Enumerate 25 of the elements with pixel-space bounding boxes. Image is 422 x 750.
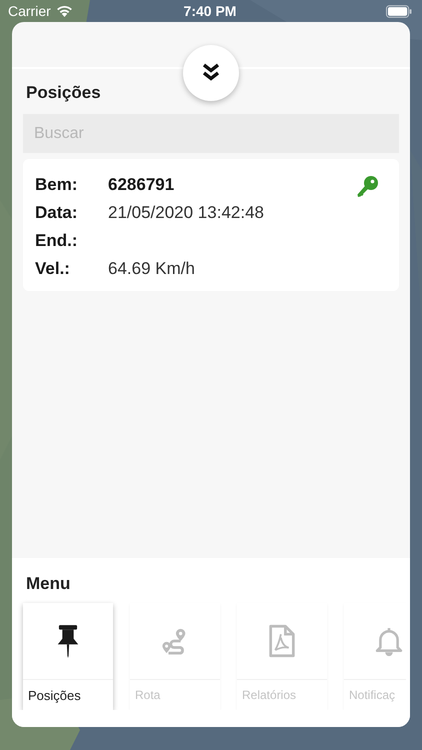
field-label: End.: (35, 231, 78, 251)
wifi-icon (56, 5, 73, 17)
double-chevron-down-icon (201, 63, 221, 83)
tile-label: Posições (28, 688, 81, 702)
menu-tile[interactable]: Relatórios (237, 603, 327, 710)
position-card[interactable]: Bem: 6286791 Data: 21/05/2020 13:42:48 End.: Vel.: 64.69 Km/h (23, 159, 399, 291)
menu-title: Menu (26, 573, 70, 590)
tile-label: Rota (135, 688, 160, 702)
section-title: Posições (26, 82, 101, 101)
field-value: 64.69 Km/h (108, 259, 195, 279)
field-value: 6286791 (108, 175, 174, 195)
carrier-name: Carrier (8, 3, 51, 19)
field-label: Vel.: (35, 259, 71, 279)
battery-icon (386, 4, 412, 18)
pdf-file-icon (268, 624, 296, 658)
field-label: Data: (35, 203, 79, 223)
field-label: Bem: (35, 175, 79, 195)
menu-tile[interactable]: Posições (23, 603, 113, 710)
field-value: 21/05/2020 13:42:48 (108, 203, 264, 223)
tile-label: Relatórios (242, 688, 296, 702)
menu-tile[interactable]: Rota (130, 603, 220, 710)
tile-label: Notificaç (349, 688, 396, 702)
collapse-button[interactable] (183, 45, 239, 101)
menu-tile[interactable]: Notificaç (344, 603, 406, 710)
status-time: 7:40 PM (184, 3, 236, 19)
